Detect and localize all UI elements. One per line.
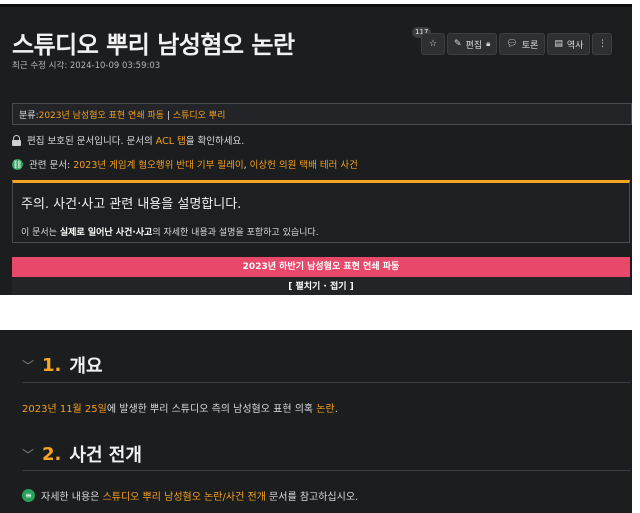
fold-table-heading: 2023년 하반기 남성혐오 표현 연쇄 파동 [12,257,630,277]
lock-icon: 🔒︎ [486,39,491,48]
protection-text-after: 을 확인하세요. [185,136,245,147]
detail-text: 자세한 내용은 스튜디오 뿌리 남성혐오 논란/사건 전개 문서를 참고하십시오… [41,488,358,503]
protection-notice: 편집 보호된 문서입니다. 문서의 ACL 탭을 확인하세요. [12,133,244,147]
lock-icon [12,134,21,146]
related-label: 관련 문서: [29,160,74,171]
edit-label: 편집 [465,40,483,51]
related-link-2[interactable]: 이상헌 의원 택배 테러 사건 [250,160,358,171]
notice-body-bold: 실제로 일어난 사건·사고 [59,228,153,238]
edit-button[interactable]: ✎ 편집 🔒︎ [447,33,498,55]
related-link-1[interactable]: 2023년 게임계 혐오행위 반대 기부 릴레이 [73,160,243,171]
notice-title: 주의. 사건·사고 관련 내용을 설명합니다. [21,197,242,212]
section-title: 개요 [69,356,103,377]
section-divider [22,470,630,471]
fold-toggle-button[interactable]: [ 펼치기 · 접기 ] [12,277,630,295]
article-header-panel: 스튜디오 뿌리 남성혐오 논란 최근 수정 시각: 2024-10-09 03:… [0,4,632,295]
section-number[interactable]: 1. [42,355,61,376]
history-button[interactable]: ▤ 역사 [547,33,591,55]
category-label: 분류 [19,111,36,121]
article-actions: ☆ ✎ 편집 🔒︎ 💬︎ 토론 ▤ 역사 ⋮ [421,33,613,55]
more-button[interactable]: ⋮ [592,33,613,55]
acl-tab-link[interactable]: ACL 탭 [156,136,186,147]
history-icon: ▤ [554,39,563,49]
incident-notice-box: 주의. 사건·사고 관련 내용을 설명합니다. 이 문서는 실제로 일어난 사건… [12,180,630,243]
detail-text-after: 문서를 참고하십시오. [265,492,359,503]
overview-end: . [334,404,338,415]
notice-body-prefix: 이 문서는 [21,228,60,238]
discuss-button[interactable]: 💬︎ 토론 [499,33,546,55]
chat-icon: 💬︎ [506,39,518,49]
history-label: 역사 [566,40,584,51]
category-link-2[interactable]: 스튜디오 뿌리 [173,111,226,121]
overview-text: 에 발생한 뿌리 스튜디오 측의 남성혐오 표현 의혹 [106,404,317,415]
link-icon: ⛓ [12,158,23,170]
related-text: 관련 문서: 2023년 게임계 혐오행위 반대 기부 릴레이, 이상헌 의원 … [29,157,358,171]
document-icon: ≡ [22,489,35,502]
notice-body-suffix: 의 자세한 내용과 설명을 포함하고 있습니다. [152,228,319,238]
controversy-link[interactable]: 논란 [316,404,334,415]
detail-text-before: 자세한 내용은 [41,492,103,503]
section-title: 사건 전개 [69,445,142,466]
category-divider: | [164,111,173,121]
last-edited-timestamp: 최근 수정 시각: 2024-10-09 03:59:03 [12,61,161,71]
chevron-down-icon[interactable]: ﹀ [22,446,34,463]
discuss-label: 토론 [521,40,539,51]
related-documents: ⛓ 관련 문서: 2023년 게임계 혐오행위 반대 기부 릴레이, 이상헌 의… [12,157,358,171]
category-bar: 분류:2023년 남성혐오 표현 연쇄 파동 | 스튜디오 뿌리 [12,103,632,125]
date-link[interactable]: 2023년 11월 25일 [22,404,107,415]
edit-icon: ✎ [454,39,462,49]
chevron-down-icon[interactable]: ﹀ [22,357,34,374]
article-body-panel: ﹀ 1. 개요 2023년 11월 25일에 발생한 뿌리 스튜디오 측의 남성… [0,330,632,513]
more-icon: ⋮ [597,39,607,49]
protection-text: 편집 보호된 문서입니다. 문서의 ACL 탭을 확인하세요. [27,133,244,147]
section-heading-incident[interactable]: ﹀ 2. 사건 전개 [22,441,142,467]
star-button[interactable]: ☆ [421,33,445,55]
protection-text-before: 편집 보호된 문서입니다. 문서의 [27,136,156,147]
detail-reference: ≡ 자세한 내용은 스튜디오 뿌리 남성혐오 논란/사건 전개 문서를 참고하십… [22,488,358,503]
overview-paragraph: 2023년 11월 25일에 발생한 뿌리 스튜디오 측의 남성혐오 표현 의혹… [22,400,338,415]
section-heading-overview[interactable]: ﹀ 1. 개요 [22,352,103,378]
section-number[interactable]: 2. [42,444,61,465]
page-title: 스튜디오 뿌리 남성혐오 논란 [12,31,295,59]
category-link-1[interactable]: 2023년 남성혐오 표현 연쇄 파동 [39,111,164,121]
incident-detail-link[interactable]: 스튜디오 뿌리 남성혐오 논란/사건 전개 [103,492,266,503]
notice-body: 이 문서는 실제로 일어난 사건·사고의 자세한 내용과 설명을 포함하고 있습… [21,225,319,238]
section-divider [22,382,630,383]
star-icon: ☆ [428,39,438,49]
